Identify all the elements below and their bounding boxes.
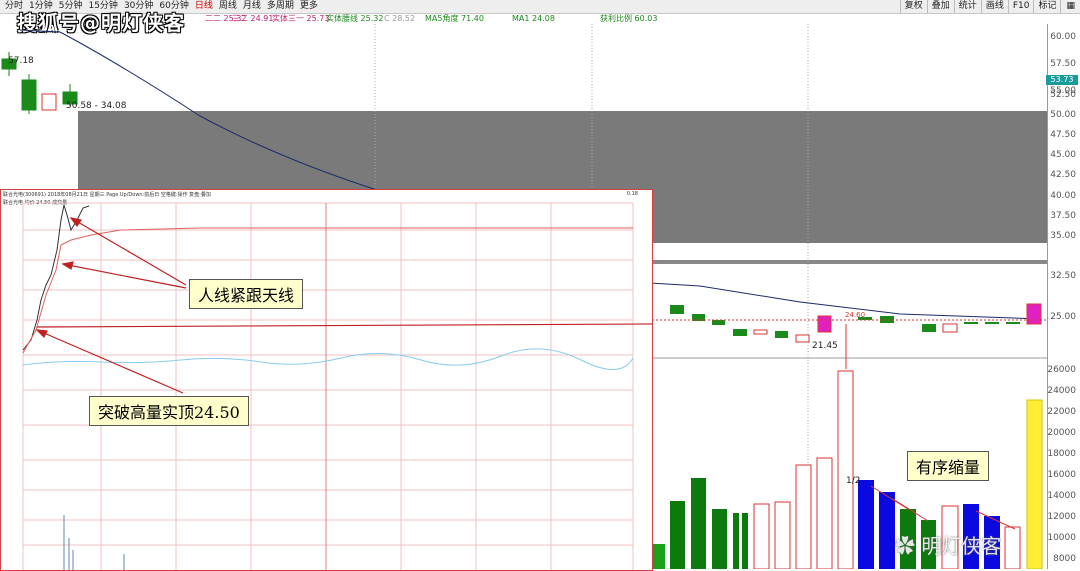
indicator-value: 实体腰线 25.32 — [326, 14, 384, 23]
volume-bar — [742, 513, 748, 569]
volume-tick: 18000 — [1047, 449, 1076, 459]
candle — [670, 305, 684, 314]
reference-line — [22, 348, 634, 370]
f10-button[interactable]: F10 — [1007, 0, 1034, 13]
candle — [41, 93, 57, 111]
volume-tick: 8000 — [1053, 554, 1076, 564]
volume-bar — [753, 503, 770, 569]
candle — [753, 329, 768, 335]
draw-button[interactable]: 画线 — [980, 0, 1008, 13]
candle — [942, 323, 958, 333]
volume-bar — [653, 544, 665, 569]
indicator-value: C 28.52 — [384, 14, 416, 23]
mid-price-label: 24.60 — [845, 311, 866, 319]
logo-watermark: ✿ 明灯侠客 — [895, 530, 1001, 559]
volume-bar — [858, 480, 874, 569]
grid-icon[interactable]: ▦ — [1060, 0, 1080, 13]
price-tick: 32.50 — [1050, 271, 1076, 281]
volume-bar — [1026, 399, 1043, 569]
stats-button[interactable]: 统计 — [953, 0, 981, 13]
tab-multi-period[interactable]: 多周期 — [264, 0, 297, 13]
tab-monthly[interactable]: 月线 — [240, 0, 264, 13]
price-tick: 45.00 — [1050, 150, 1076, 160]
price-tick: 37.50 — [1050, 211, 1076, 221]
callout-human-line: 人线紧跟天线 — [189, 279, 304, 309]
candle — [880, 316, 894, 323]
candle — [817, 315, 832, 333]
indicator-value: 实体三一 25.73 — [272, 14, 330, 23]
low-price-label: 21.45 — [812, 341, 838, 351]
volume-tick: 16000 — [1047, 470, 1076, 480]
price-tick: 60.00 — [1050, 32, 1076, 42]
arrow-head — [69, 217, 82, 228]
price-axis: 60.00 57.50 55.00 52.50 50.00 47.50 45.0… — [1047, 24, 1080, 569]
volume-bar — [816, 457, 833, 569]
arrow-line — [36, 323, 652, 328]
volume-bar — [795, 464, 812, 569]
price-tick: 35.00 — [1050, 231, 1076, 241]
callout-volume-shrink: 有序缩量 — [907, 451, 990, 481]
candle — [775, 331, 788, 338]
tab-weekly[interactable]: 周线 — [216, 0, 240, 13]
tab-more[interactable]: 更多 — [297, 0, 321, 13]
range-label: 50.58 - 34.08 — [66, 101, 127, 111]
tab-daily[interactable]: 日线 — [192, 0, 216, 13]
volume-bar — [774, 501, 791, 569]
candle — [1026, 303, 1042, 325]
price-tick: 57.50 — [1050, 59, 1076, 69]
price-tick: 42.50 — [1050, 170, 1076, 180]
intraday-chart — [22, 202, 652, 570]
price-tick: 52.50 — [1050, 90, 1076, 100]
volume-bar — [712, 509, 727, 569]
volume-tick: 12000 — [1047, 512, 1076, 522]
price-tick: 40.00 — [1050, 191, 1076, 201]
volume-bar — [879, 492, 895, 569]
volume-bar — [691, 478, 706, 569]
price-tick: 25.00 — [1050, 312, 1076, 322]
candle — [985, 322, 999, 324]
price-tick: 50.00 — [1050, 110, 1076, 120]
current-price-box: 53.73 — [1046, 75, 1078, 85]
candle — [733, 329, 747, 336]
indicator-value: 获利比例 60.03 — [600, 14, 658, 23]
candle — [964, 322, 978, 324]
indicator-value: MA1 24.08 — [512, 14, 555, 23]
indicator-value: 三二 24.91 — [232, 14, 274, 23]
wechat-icon: ✿ — [895, 534, 915, 558]
volume-tick: 22000 — [1047, 407, 1076, 417]
volume-tick: 24000 — [1047, 386, 1076, 396]
volume-tick: 14000 — [1047, 491, 1076, 501]
candle — [795, 334, 810, 343]
logo-text: 明灯侠客 — [921, 534, 1002, 558]
candle — [712, 320, 725, 325]
volume-bar — [733, 513, 739, 569]
ratio-label: 1/2 — [846, 476, 861, 486]
overlay-button[interactable]: 叠加 — [926, 0, 954, 13]
mark-button[interactable]: 标记 — [1033, 0, 1060, 13]
intraday-overlay-window: 联合光电(300691) 2018年08月21日 星期三 Page Up/Dow… — [0, 189, 653, 571]
price-tick: 47.50 — [1050, 130, 1076, 140]
candle — [1006, 322, 1020, 324]
volume-bar — [670, 501, 685, 569]
high-price-label: 57.18 — [8, 56, 34, 66]
adjust-button[interactable]: 复权 — [899, 0, 927, 13]
volume-bar — [837, 370, 854, 569]
indicator-value: MA5角度 71.40 — [425, 14, 484, 23]
candle — [922, 324, 936, 332]
callout-breakout: 突破高量实顶24.50 — [89, 396, 249, 426]
volume-tick: 26000 — [1047, 365, 1076, 375]
toolbar-right-buttons: 复权 叠加 统计 画线 F10 标记 ▦ — [899, 0, 1080, 13]
volume-tick: 10000 — [1047, 533, 1076, 543]
arrow-line — [70, 217, 187, 286]
volume-bar — [1004, 526, 1021, 569]
arrow-line — [62, 263, 187, 289]
volume-tick: 20000 — [1047, 428, 1076, 438]
arrow-head — [35, 329, 48, 339]
price-line — [22, 204, 90, 351]
arrow-head — [61, 261, 74, 270]
